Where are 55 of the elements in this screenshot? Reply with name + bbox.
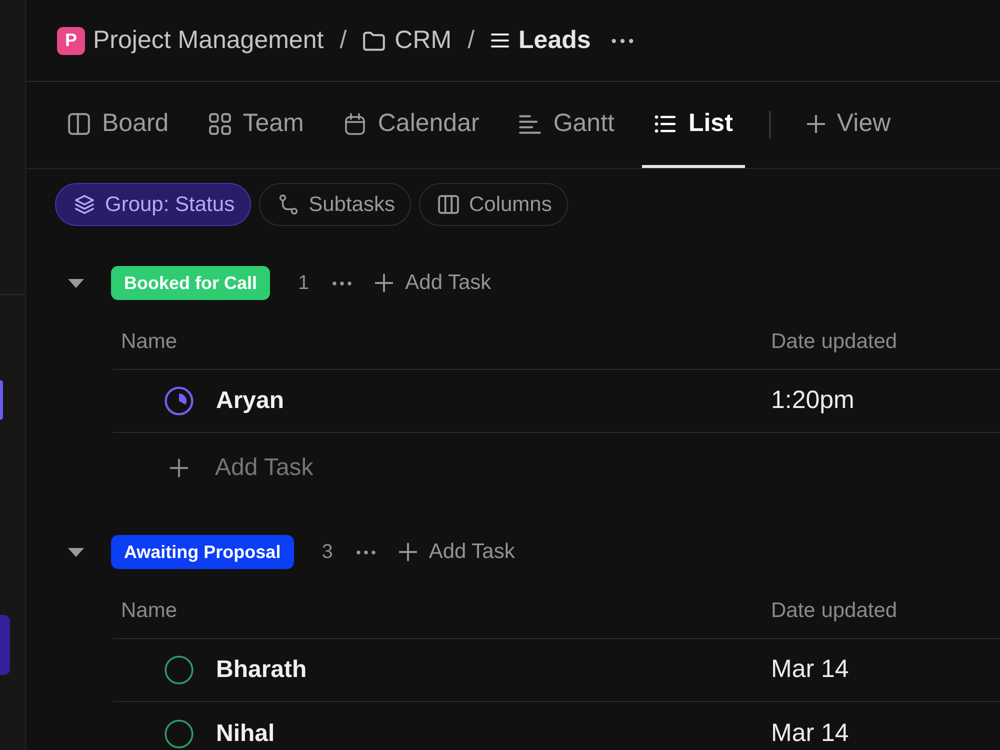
columns-icon bbox=[438, 194, 459, 215]
table-cell-text: Mar 14 bbox=[771, 654, 849, 686]
breadcrumb-link[interactable]: CRM bbox=[362, 22, 452, 60]
breadcrumb-link[interactable]: Project Management bbox=[93, 22, 324, 60]
task-name[interactable]: Nihal bbox=[216, 716, 275, 750]
view-tab[interactable]: Board bbox=[56, 82, 181, 168]
more-icon[interactable] bbox=[610, 38, 634, 44]
caret-icon[interactable] bbox=[68, 548, 84, 556]
breadcrumb-separator: / bbox=[468, 24, 475, 56]
toolbar-chip[interactable]: Columns bbox=[418, 183, 568, 226]
toolbar-chip[interactable]: Group: Status bbox=[55, 183, 251, 226]
toolbar-chip[interactable]: Subtasks bbox=[258, 183, 411, 226]
grid-icon bbox=[208, 112, 231, 134]
more-icon[interactable] bbox=[354, 550, 377, 554]
task-count: 1 bbox=[298, 271, 310, 296]
column-header: Name bbox=[120, 598, 178, 624]
task-count: 3 bbox=[322, 540, 333, 565]
add-task-button[interactable]: Add Task bbox=[398, 536, 515, 568]
add-task-link[interactable]: Add Task bbox=[215, 450, 314, 486]
column-header: Date updated bbox=[771, 328, 898, 355]
folder-icon bbox=[362, 30, 385, 50]
breadcrumb-link[interactable]: Leads bbox=[490, 22, 591, 60]
board-icon bbox=[68, 112, 90, 134]
table-cell-text: 1:20pm bbox=[771, 385, 854, 416]
view-tab[interactable]: Calendar bbox=[332, 82, 492, 168]
plus-icon bbox=[375, 274, 394, 292]
progress-icon[interactable] bbox=[164, 386, 194, 416]
lines-icon bbox=[490, 33, 509, 48]
column-header: Name bbox=[120, 328, 178, 355]
status-badge: Booked for Call bbox=[111, 266, 270, 300]
sidebar-highlight bbox=[0, 380, 3, 420]
bars-icon bbox=[519, 112, 542, 134]
caret-icon[interactable] bbox=[68, 278, 84, 288]
add-view-button[interactable]: View bbox=[794, 82, 903, 168]
more-icon[interactable] bbox=[331, 280, 354, 286]
breadcrumb-separator: / bbox=[340, 24, 347, 56]
status-badge: Awaiting Proposal bbox=[111, 535, 294, 569]
column-header: Date updated bbox=[771, 598, 898, 624]
list-icon bbox=[654, 112, 676, 134]
view-tab[interactable]: List bbox=[642, 82, 745, 168]
view-tab[interactable]: Gantt bbox=[507, 82, 626, 168]
circle-icon[interactable] bbox=[164, 718, 194, 748]
plus-icon[interactable] bbox=[170, 459, 188, 477]
table-cell-text: Mar 14 bbox=[771, 718, 849, 749]
plus-icon bbox=[806, 114, 825, 132]
task-name[interactable]: Aryan bbox=[216, 383, 284, 419]
add-task-button[interactable]: Add Task bbox=[375, 267, 492, 299]
branch-icon bbox=[278, 194, 299, 215]
task-name[interactable]: Bharath bbox=[216, 652, 307, 688]
circle-icon[interactable] bbox=[164, 655, 194, 685]
view-tab[interactable]: Team bbox=[196, 82, 316, 168]
calendar-icon bbox=[344, 112, 366, 134]
workspace-avatar[interactable]: P bbox=[57, 26, 85, 54]
layers-icon bbox=[74, 194, 95, 215]
plus-icon bbox=[398, 543, 417, 561]
